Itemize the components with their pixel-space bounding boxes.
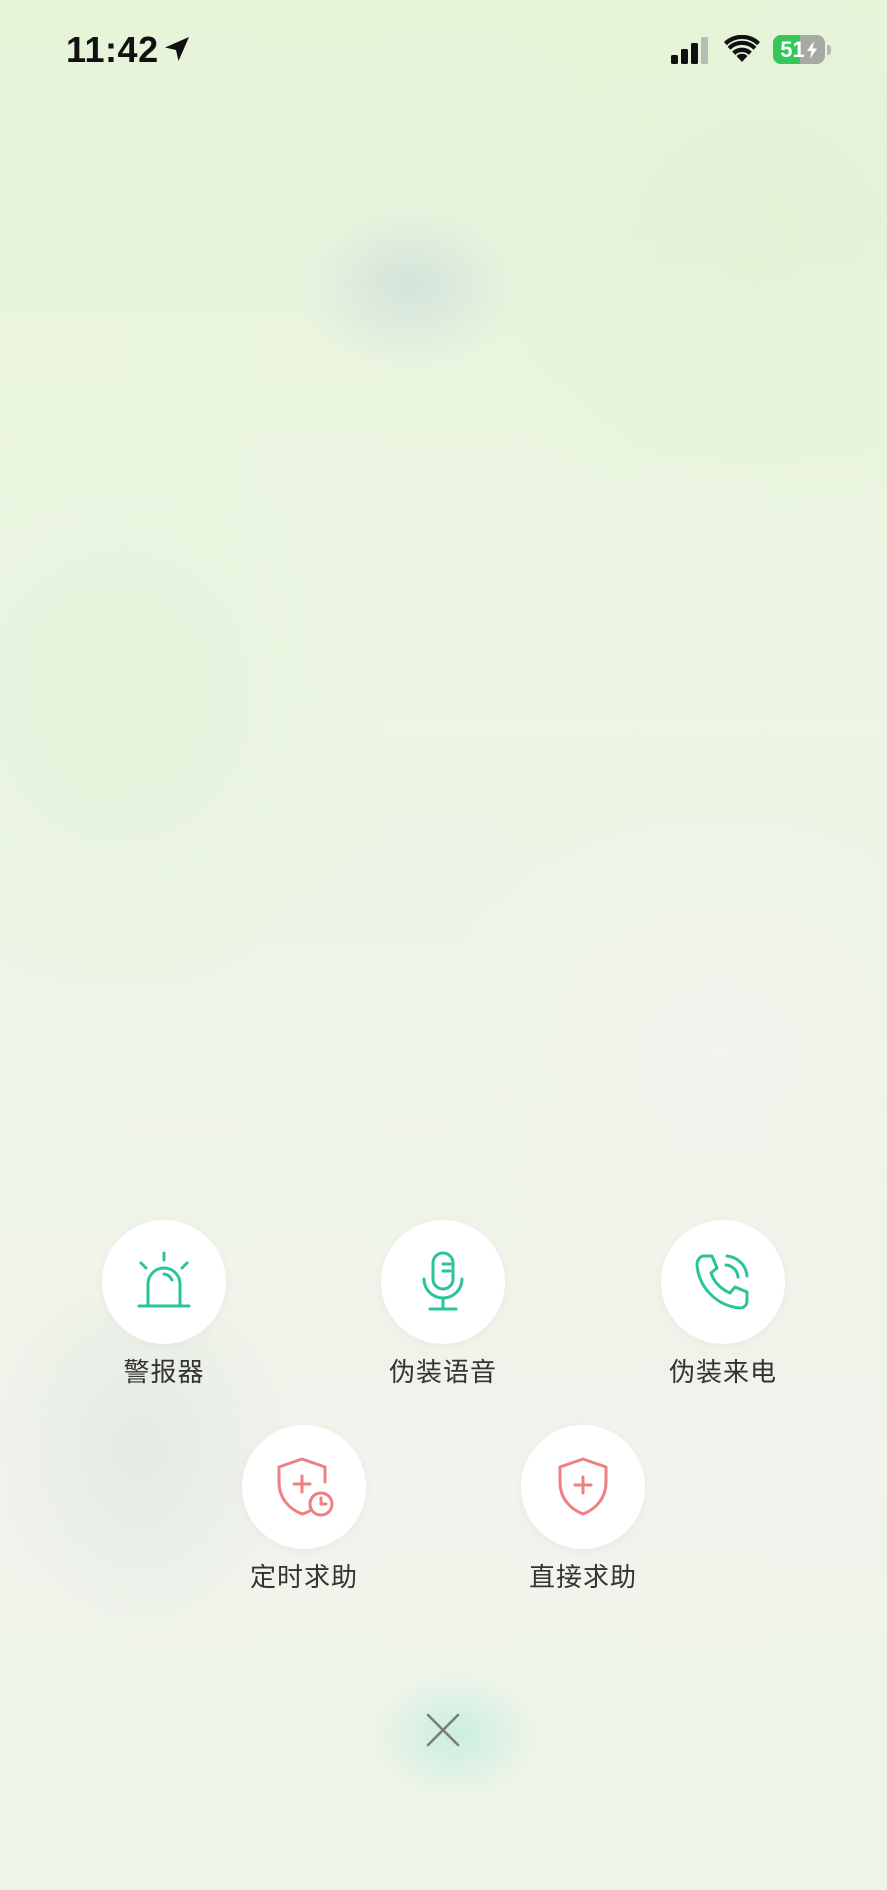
battery-percent: 51 (780, 37, 805, 62)
siren-label: 警报器 (123, 1358, 205, 1388)
siren-button-circle[interactable] (102, 1220, 226, 1344)
status-time: 11:42 (66, 29, 159, 70)
location-arrow-icon (165, 37, 189, 61)
battery-cap (827, 45, 831, 55)
microphone-icon (422, 1251, 464, 1311)
fake-call-button[interactable]: 伪装来电 (623, 1220, 823, 1400)
shield-plus-icon (558, 1457, 608, 1516)
timed-help-button-circle[interactable] (242, 1425, 366, 1549)
fake-voice-button-circle[interactable] (381, 1220, 505, 1344)
siren-button[interactable]: 警报器 (64, 1220, 264, 1400)
charging-bolt-icon (806, 40, 817, 59)
phone-ringing-icon (695, 1254, 749, 1310)
battery-body: 51 (773, 35, 825, 64)
close-icon (426, 1713, 460, 1747)
fake-voice-button[interactable]: 伪装语音 (343, 1220, 543, 1400)
fake-voice-label: 伪装语音 (388, 1358, 497, 1388)
wifi-icon (724, 35, 760, 62)
battery-icon: 51 (773, 35, 831, 64)
timed-help-button[interactable]: 定时求助 (204, 1425, 404, 1605)
fake-call-label: 伪装来电 (668, 1358, 777, 1388)
direct-help-button[interactable]: 直接求助 (483, 1425, 683, 1605)
direct-help-button-circle[interactable] (521, 1425, 645, 1549)
fake-call-button-circle[interactable] (661, 1220, 785, 1344)
battery-label: 51 (773, 35, 825, 64)
close-button[interactable] (413, 1700, 473, 1760)
siren-icon (137, 1251, 191, 1308)
cellular-signal-icon (671, 37, 708, 64)
timed-help-label: 定时求助 (249, 1563, 358, 1593)
shield-plus-clock-icon (277, 1457, 334, 1517)
direct-help-label: 直接求助 (528, 1563, 637, 1593)
status-bar: 11:42 51 (0, 0, 887, 100)
